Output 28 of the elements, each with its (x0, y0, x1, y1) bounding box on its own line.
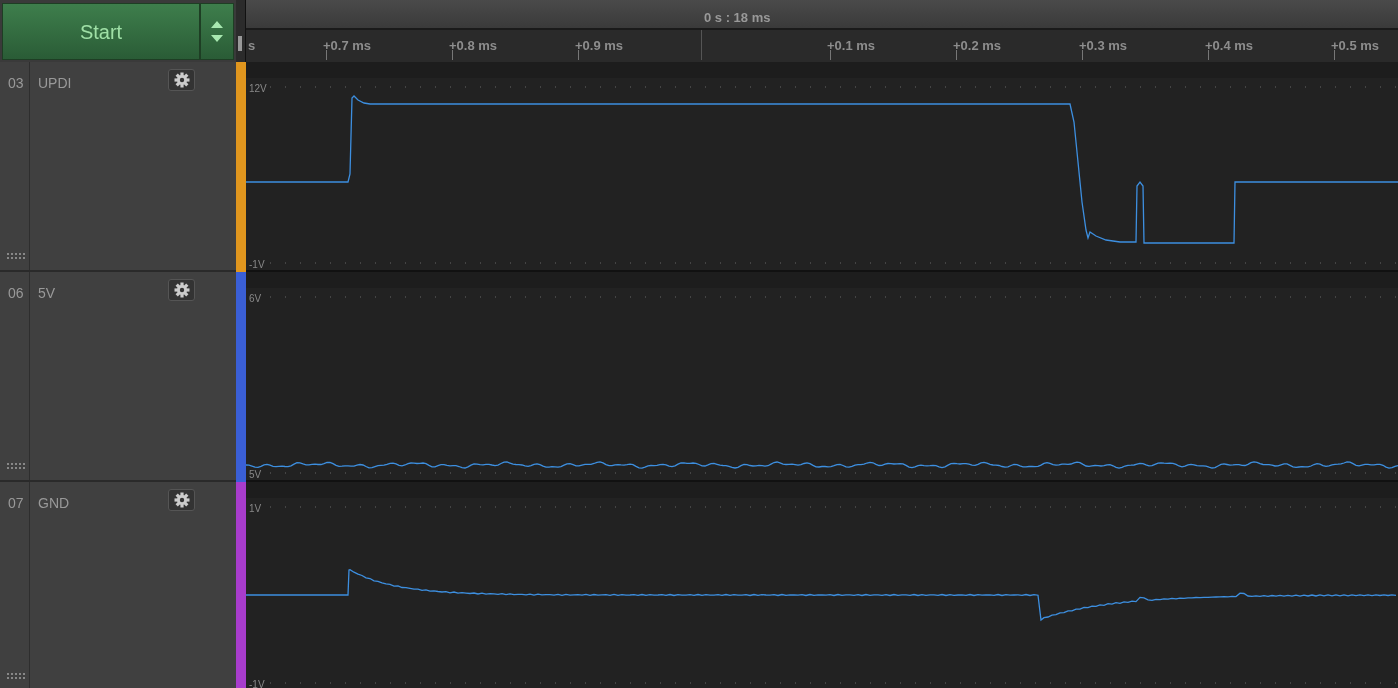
settings-button[interactable] (168, 69, 195, 91)
time-tick-label: +0.9 ms (575, 37, 624, 55)
timeline-title: 0 s : 18 ms (704, 9, 771, 27)
drag-handle-icon[interactable] (7, 253, 25, 259)
time-tick-label: s (248, 37, 256, 55)
cursor-marker[interactable] (238, 36, 242, 51)
axis-label: 1V (249, 502, 262, 516)
time-tick-label: +0.3 ms (1079, 37, 1128, 55)
start-button[interactable]: Start (2, 3, 200, 60)
drag-handle-icon[interactable] (7, 463, 25, 469)
time-tick-label: +0.1 ms (827, 37, 876, 55)
time-tick-label: +0.8 ms (449, 37, 498, 55)
time-tick-label: +0.5 ms (1331, 37, 1380, 55)
drag-handle-icon[interactable] (7, 673, 25, 679)
axis-label: -1V (249, 258, 265, 272)
time-tick-label: +0.4 ms (1205, 37, 1254, 55)
up-down-button[interactable] (200, 3, 234, 60)
axis-label: 5V (249, 468, 262, 482)
channel-name: UPDI (38, 74, 72, 93)
axis-label: 6V (249, 292, 262, 306)
axis-label: -1V (249, 678, 265, 688)
axis-label: 12V (249, 82, 267, 96)
settings-button[interactable] (168, 489, 195, 511)
settings-button[interactable] (168, 279, 195, 301)
time-tick-label: +0.7 ms (323, 37, 372, 55)
channel-name: GND (38, 494, 70, 513)
channel-name: 5V (38, 284, 56, 303)
time-tick-label: +0.2 ms (953, 37, 1002, 55)
